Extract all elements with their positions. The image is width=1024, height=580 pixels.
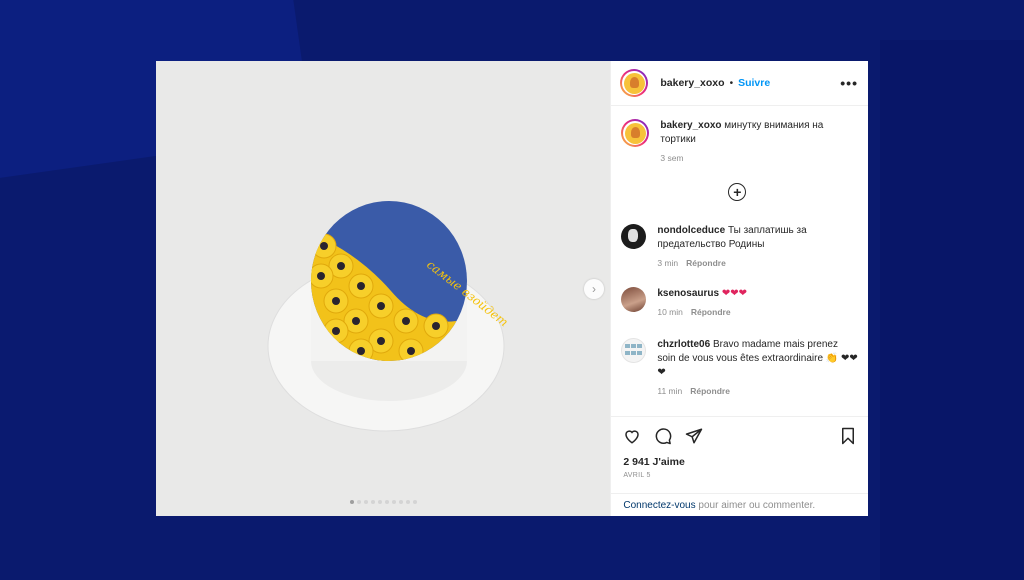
comment-username[interactable]: ksenosaurus — [657, 288, 719, 299]
background-shape — [0, 230, 150, 490]
login-prompt: Connectez-vous pour aimer ou commenter. — [611, 493, 868, 511]
caption: bakery_xoxo минутку внимания на тортики … — [621, 119, 858, 165]
carousel-dot — [391, 500, 396, 504]
comment-item: nondolceduce Ты заплатишь за предательст… — [621, 224, 858, 270]
carousel-dot — [398, 500, 403, 504]
reply-button[interactable]: Répondre — [690, 386, 730, 396]
carousel-dot — [356, 500, 361, 504]
commenter-avatar[interactable] — [621, 224, 647, 249]
comment-time: 3 min — [657, 258, 679, 268]
caption-avatar[interactable] — [621, 119, 650, 147]
carousel-dot — [412, 500, 417, 504]
carousel-dot — [363, 500, 368, 504]
carousel-dots — [156, 500, 610, 504]
carousel-dot — [370, 500, 375, 504]
author-avatar[interactable] — [620, 69, 649, 97]
carousel-dot — [405, 500, 410, 504]
load-more-comments-icon[interactable]: + — [728, 183, 747, 201]
cake-image: самые взойдет — [267, 201, 511, 432]
login-prompt-text: pour aimer ou commenter. — [695, 500, 816, 511]
post-date: AVRIL 5 — [623, 472, 651, 479]
comment-text: ❤❤❤ — [721, 288, 747, 299]
comment-username[interactable]: nondolceduce — [657, 225, 725, 236]
reply-button[interactable]: Répondre — [691, 307, 731, 317]
post-header: bakery_xoxo • Suivre ••• — [611, 61, 868, 106]
more-options-icon[interactable]: ••• — [840, 75, 858, 91]
caption-time: 3 sem — [660, 153, 684, 163]
comment-time: 11 min — [657, 386, 683, 396]
comment-time: 10 min — [657, 307, 683, 317]
next-photo-button[interactable]: › — [584, 279, 604, 299]
separator-dot: • — [729, 77, 734, 89]
follow-button[interactable]: Suivre — [738, 77, 770, 89]
commenter-avatar[interactable] — [621, 287, 647, 312]
comment-item: chzrlotte06 Bravo madame mais prenez soi… — [621, 338, 858, 398]
post-photo: самые взойдет › — [156, 61, 611, 516]
instagram-post-modal: самые взойдет › bakery_xoxo • Suivre ••• — [156, 61, 868, 516]
carousel-dot — [384, 500, 389, 504]
reply-button[interactable]: Répondre — [686, 258, 726, 268]
save-bookmark-icon[interactable] — [840, 427, 856, 445]
comment-item: ksenosaurus ❤❤❤ 10 min Répondre — [621, 287, 858, 319]
share-icon[interactable] — [685, 427, 703, 445]
comment-icon[interactable] — [654, 427, 672, 445]
carousel-dot — [377, 500, 382, 504]
commenter-avatar[interactable] — [621, 338, 647, 363]
login-link[interactable]: Connectez-vous — [623, 500, 695, 511]
post-actions: 2 941 J'aime AVRIL 5 Connectez-vous pour… — [611, 416, 868, 516]
caption-username[interactable]: bakery_xoxo — [660, 120, 721, 131]
post-sidebar: bakery_xoxo • Suivre ••• bakery_xoxo мин… — [610, 61, 868, 516]
comment-username[interactable]: chzrlotte06 — [657, 339, 710, 350]
carousel-dot — [349, 500, 354, 504]
author-username[interactable]: bakery_xoxo — [660, 77, 724, 89]
likes-count[interactable]: 2 941 J'aime — [611, 445, 868, 468]
background-shape — [880, 40, 1024, 580]
like-heart-icon[interactable] — [623, 427, 641, 445]
